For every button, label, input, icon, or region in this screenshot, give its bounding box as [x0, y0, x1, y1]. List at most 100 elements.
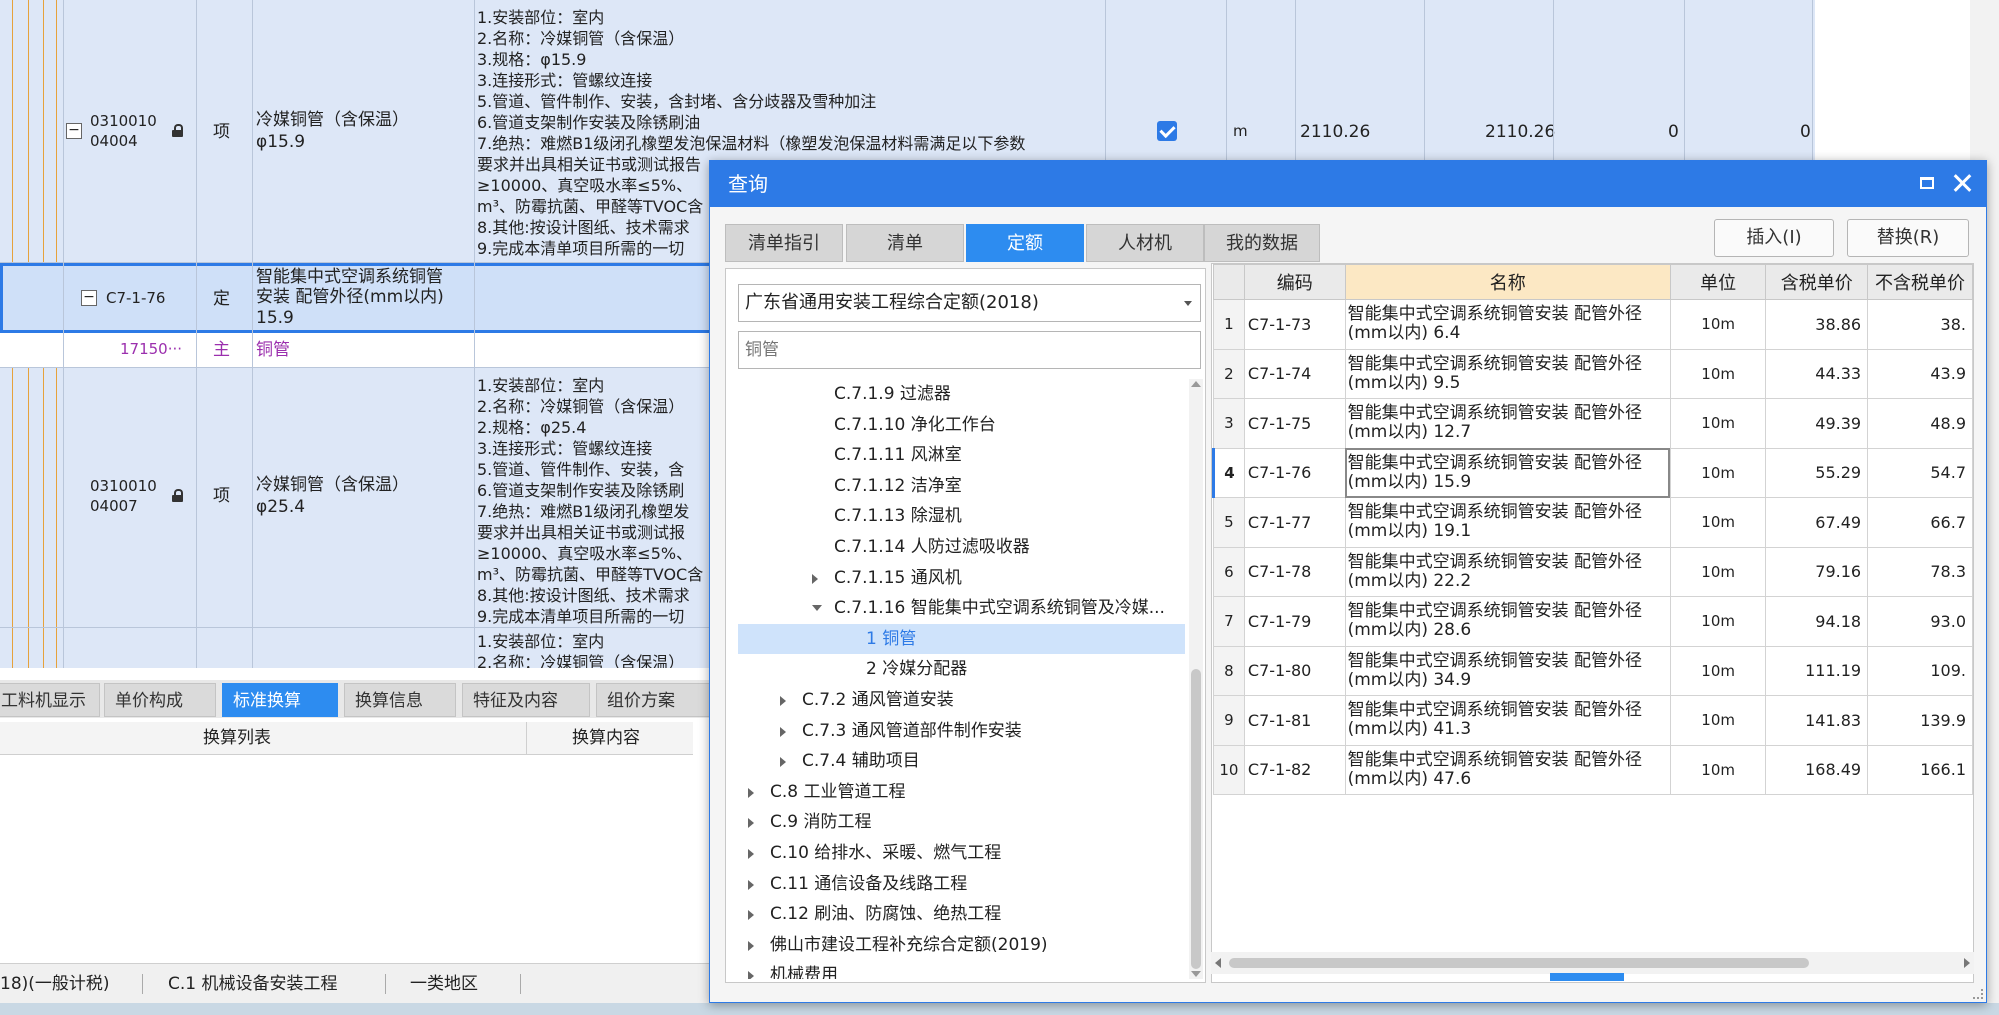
quota-library-select[interactable]: 广东省通用安装工程综合定额(2018): [738, 284, 1201, 322]
scroll-left-icon[interactable]: [1215, 958, 1221, 968]
resize-grip-icon[interactable]: [1973, 989, 1983, 999]
dialog-title-bar[interactable]: 查询: [710, 161, 1986, 207]
chevron-right-icon[interactable]: [780, 726, 786, 737]
conversion-header: 换算列表 换算内容: [0, 722, 693, 755]
table-row[interactable]: 3 C7-1-75 智能集中式空调系统铜管安装 配管外径(mm以内) 12.7 10m…: [1213, 398, 1973, 449]
item-code: 0310010: [90, 112, 157, 130]
collapse-toggle[interactable]: −: [66, 123, 82, 139]
insert-button[interactable]: 插入(I): [1714, 219, 1834, 257]
tree-item[interactable]: C.7.1.9 过滤器: [738, 379, 1185, 409]
tree-item[interactable]: C.7.4 辅助项目: [738, 746, 1185, 776]
table-row[interactable]: 10 C7-1-82 智能集中式空调系统铜管安装 配管外径(mm以内) 47.6 10…: [1213, 744, 1973, 795]
search-input[interactable]: [738, 331, 1201, 369]
tree-item[interactable]: C.8 工业管道工程: [738, 777, 1185, 807]
tab-features-content[interactable]: 特征及内容: [462, 683, 590, 717]
table-row[interactable]: 9 C7-1-81 智能集中式空调系统铜管安装 配管外径(mm以内) 41.3 10m…: [1213, 695, 1973, 746]
table-row[interactable]: 5 C7-1-77 智能集中式空调系统铜管安装 配管外径(mm以内) 19.1 10m…: [1213, 497, 1973, 548]
tab-labor-material-machine[interactable]: 工料机显示: [0, 683, 100, 717]
quota-name: 智能集中式空调系统铜管安装 配管外径(mm以内) 41.3: [1344, 695, 1671, 746]
tab-bill[interactable]: 清单: [846, 224, 964, 262]
tab-quota[interactable]: 定额: [966, 224, 1084, 262]
collapse-handle[interactable]: [1550, 973, 1624, 981]
tree-item[interactable]: C.11 通信设备及线路工程: [738, 869, 1185, 899]
close-icon[interactable]: [1952, 173, 1972, 193]
tab-bill-guide[interactable]: 清单指引: [725, 224, 843, 262]
tree-item[interactable]: C.7.1.16 智能集中式空调系统铜管及冷媒...: [738, 593, 1185, 623]
scroll-up-icon[interactable]: [1191, 381, 1201, 387]
scroll-right-icon[interactable]: [1964, 958, 1970, 968]
tree-item[interactable]: C.7.1.14 人防过滤吸收器: [738, 532, 1185, 562]
tab-pricing-scheme[interactable]: 组价方案: [596, 683, 710, 717]
scroll-down-icon[interactable]: [1191, 971, 1201, 977]
item-name: 冷媒铜管（含保温）: [256, 110, 409, 130]
maximize-icon[interactable]: [1920, 177, 1934, 189]
chevron-right-icon[interactable]: [780, 696, 786, 706]
tree-item[interactable]: C.12 刷油、防腐蚀、绝热工程: [738, 899, 1185, 929]
column-header-unit[interactable]: 单位: [1669, 264, 1767, 300]
tree-item-label: C.8 工业管道工程: [770, 781, 906, 802]
tab-my-data[interactable]: 我的数据: [1204, 224, 1320, 262]
tab-standard-conversion[interactable]: 标准换算: [222, 683, 338, 717]
scroll-thumb[interactable]: [1229, 958, 1809, 968]
chevron-down-icon[interactable]: [812, 605, 822, 612]
chevron-right-icon[interactable]: [748, 849, 754, 859]
tree-item[interactable]: C.7.1.10 净化工作台: [738, 410, 1185, 440]
item-type: 项: [213, 122, 230, 142]
tab-labor-material[interactable]: 人材机: [1086, 224, 1204, 262]
tree-item[interactable]: C.7.1.11 风淋室: [738, 440, 1185, 470]
quota-unit: 10m: [1669, 299, 1767, 350]
quota-tree-pane: 广东省通用安装工程综合定额(2018) C.7.1.9 过滤器 C.7.1.10 …: [725, 268, 1206, 983]
chevron-right-icon[interactable]: [748, 818, 754, 829]
tree-item[interactable]: 佛山市建设工程补充综合定额(2019): [738, 930, 1185, 960]
tree-item[interactable]: C.7.2 通风管道安装: [738, 685, 1185, 715]
tree-item[interactable]: C.7.1.12 洁净室: [738, 471, 1185, 501]
tab-conversion-info[interactable]: 换算信息: [344, 683, 456, 717]
column-header-tax-price[interactable]: 含税单价: [1765, 264, 1869, 300]
tax-exclusive-price: 54.7: [1867, 447, 1973, 498]
tree-item[interactable]: C.7.1.13 除湿机: [738, 501, 1185, 531]
tree-scrollbar[interactable]: [1189, 379, 1203, 979]
table-row[interactable]: 1 C7-1-73 智能集中式空调系统铜管安装 配管外径(mm以内) 6.4 10m 3…: [1213, 299, 1973, 350]
detail-tabs: 工料机显示 单价构成 标准换算 换算信息 特征及内容 组价方案: [0, 680, 710, 718]
tax-inclusive-price: 168.49: [1765, 744, 1869, 795]
item-description: 1.安装部位：室内 2.名称：冷媒铜管（含保温）: [477, 632, 685, 668]
horizontal-scrollbar[interactable]: [1211, 952, 1974, 974]
table-row[interactable]: 4 C7-1-76 智能集中式空调系统铜管安装 配管外径(mm以内) 15.9 10m…: [1212, 447, 1973, 498]
table-row[interactable]: 6 C7-1-78 智能集中式空调系统铜管安装 配管外径(mm以内) 22.2 10m…: [1213, 546, 1973, 597]
tax-inclusive-price: 38.86: [1765, 299, 1869, 350]
quota-name: 智能集中式空调系统铜管安装 配管外径(mm以内) 34.9: [1344, 645, 1671, 696]
table-row[interactable]: 7 C7-1-79 智能集中式空调系统铜管安装 配管外径(mm以内) 28.6 10m…: [1213, 596, 1973, 647]
item-name: 15.9: [256, 308, 294, 328]
tax-inclusive-price: 49.39: [1765, 398, 1869, 449]
chevron-right-icon[interactable]: [748, 879, 754, 890]
item-name: φ15.9: [256, 132, 306, 152]
item-code: 04004: [90, 132, 138, 150]
chevron-right-icon[interactable]: [748, 787, 754, 798]
table-row[interactable]: 8 C7-1-80 智能集中式空调系统铜管安装 配管外径(mm以内) 34.9 10m…: [1213, 645, 1973, 696]
tree-item[interactable]: 机械费用: [738, 960, 1185, 979]
tree-item[interactable]: 2 冷媒分配器: [738, 654, 1185, 684]
output-checkbox[interactable]: [1157, 121, 1177, 141]
column-header-notax-price[interactable]: 不含税单价: [1867, 264, 1973, 300]
chevron-right-icon[interactable]: [780, 757, 786, 768]
scroll-thumb[interactable]: [1191, 669, 1201, 969]
tree-item[interactable]: C.7.3 通风管道部件制作安装: [738, 716, 1185, 746]
quota-name: 智能集中式空调系统铜管安装 配管外径(mm以内) 47.6: [1344, 744, 1671, 795]
chevron-right-icon[interactable]: [748, 971, 754, 979]
chevron-right-icon[interactable]: [748, 910, 754, 921]
tree-item[interactable]: C.9 消防工程: [738, 807, 1185, 837]
replace-button[interactable]: 替换(R): [1847, 219, 1969, 257]
tree-item-label: C.7.1.15 通风机: [834, 567, 962, 588]
tab-unit-price-breakdown[interactable]: 单价构成: [104, 683, 216, 717]
chevron-right-icon[interactable]: [812, 573, 818, 584]
column-header-code[interactable]: 编码: [1243, 264, 1346, 300]
collapse-toggle[interactable]: −: [81, 290, 97, 306]
table-row[interactable]: 2 C7-1-74 智能集中式空调系统铜管安装 配管外径(mm以内) 9.5 10m 4…: [1213, 348, 1973, 399]
tree-item[interactable]: 1 铜管: [738, 623, 1185, 654]
tree-item[interactable]: C.7.1.15 通风机: [738, 563, 1185, 593]
chevron-right-icon[interactable]: [748, 940, 754, 951]
column-header-name[interactable]: 名称: [1344, 264, 1671, 300]
tree-item[interactable]: C.10 给排水、采暖、燃气工程: [738, 838, 1185, 868]
tree-item-label: C.7.3 通风管道部件制作安装: [802, 720, 1022, 741]
row-index: 6: [1213, 546, 1245, 597]
